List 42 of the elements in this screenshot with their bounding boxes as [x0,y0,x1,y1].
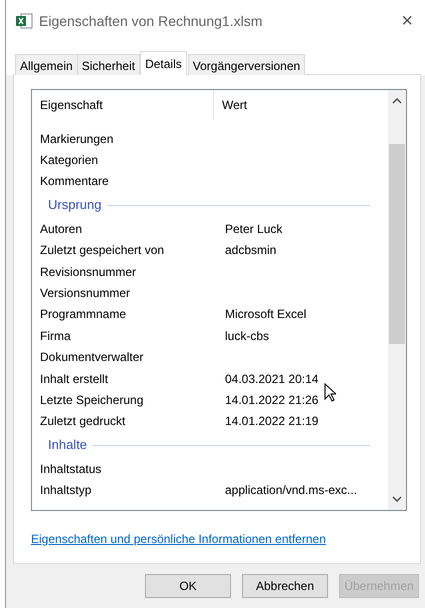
property-name: Programmname [40,306,128,324]
property-name: Markierungen [40,130,114,148]
property-value: 14.01.2022 21:19 [225,413,318,430]
property-name: Zuletzt gedruckt [40,413,126,430]
scroll-up-icon[interactable] [392,98,402,104]
property-value: luck-cbs [225,328,270,345]
property-name: Kommentare [40,173,110,190]
mouse-pointer-icon [324,383,336,402]
remove-properties-link[interactable]: Eigenschaften und persönliche Informationen entfernen [31,530,326,548]
property-name: Letzte Speicherung [40,392,144,409]
tab[interactable]: Allgemein [15,54,78,75]
group-heading: Inhalte [48,436,88,454]
column-header[interactable]: Eigenschaft [32,96,103,114]
group-heading: Ursprung [48,196,102,214]
tab[interactable]: Vorgängerversionen [188,54,306,75]
tab[interactable]: Details [140,51,187,75]
property-name: Firma [40,328,72,345]
property-name: Autoren [40,220,84,238]
property-name: Kategorien [40,152,100,170]
property-value: Microsoft Excel [225,306,306,324]
property-name: Versionsnummer [40,285,132,302]
scrollbar-thumb[interactable] [389,144,405,344]
property-value: adcbsmin [225,242,276,260]
property-name: Inhaltstatus [40,460,102,478]
scroll-down-icon[interactable] [392,496,402,502]
close-button[interactable]: × [401,11,413,31]
property-name: Dokumentverwalter [40,349,144,366]
property-name: Zuletzt gespeichert von [40,242,166,260]
column-header[interactable]: Wert [214,96,248,114]
property-value: Peter Luck [225,220,282,238]
property-name: Inhaltstyp [40,482,92,500]
scrollbar[interactable] [388,90,406,510]
property-value: 14.01.2022 21:26 [225,392,318,409]
property-value: 04.03.2021 20:14 [225,370,318,388]
tab[interactable]: Sicherheit [76,54,140,75]
property-name: Revisionsnummer [40,264,138,281]
property-name: Inhalt erstellt [40,370,110,388]
dialog-button[interactable]: Abbrechen [242,574,328,598]
window-title: Eigenschaften von Rechnung1.xlsm [39,12,264,31]
property-value: application/vnd.ms-exc... [225,482,358,500]
spreadsheet-file-icon [16,13,33,29]
dialog-button[interactable]: OK [145,574,231,598]
